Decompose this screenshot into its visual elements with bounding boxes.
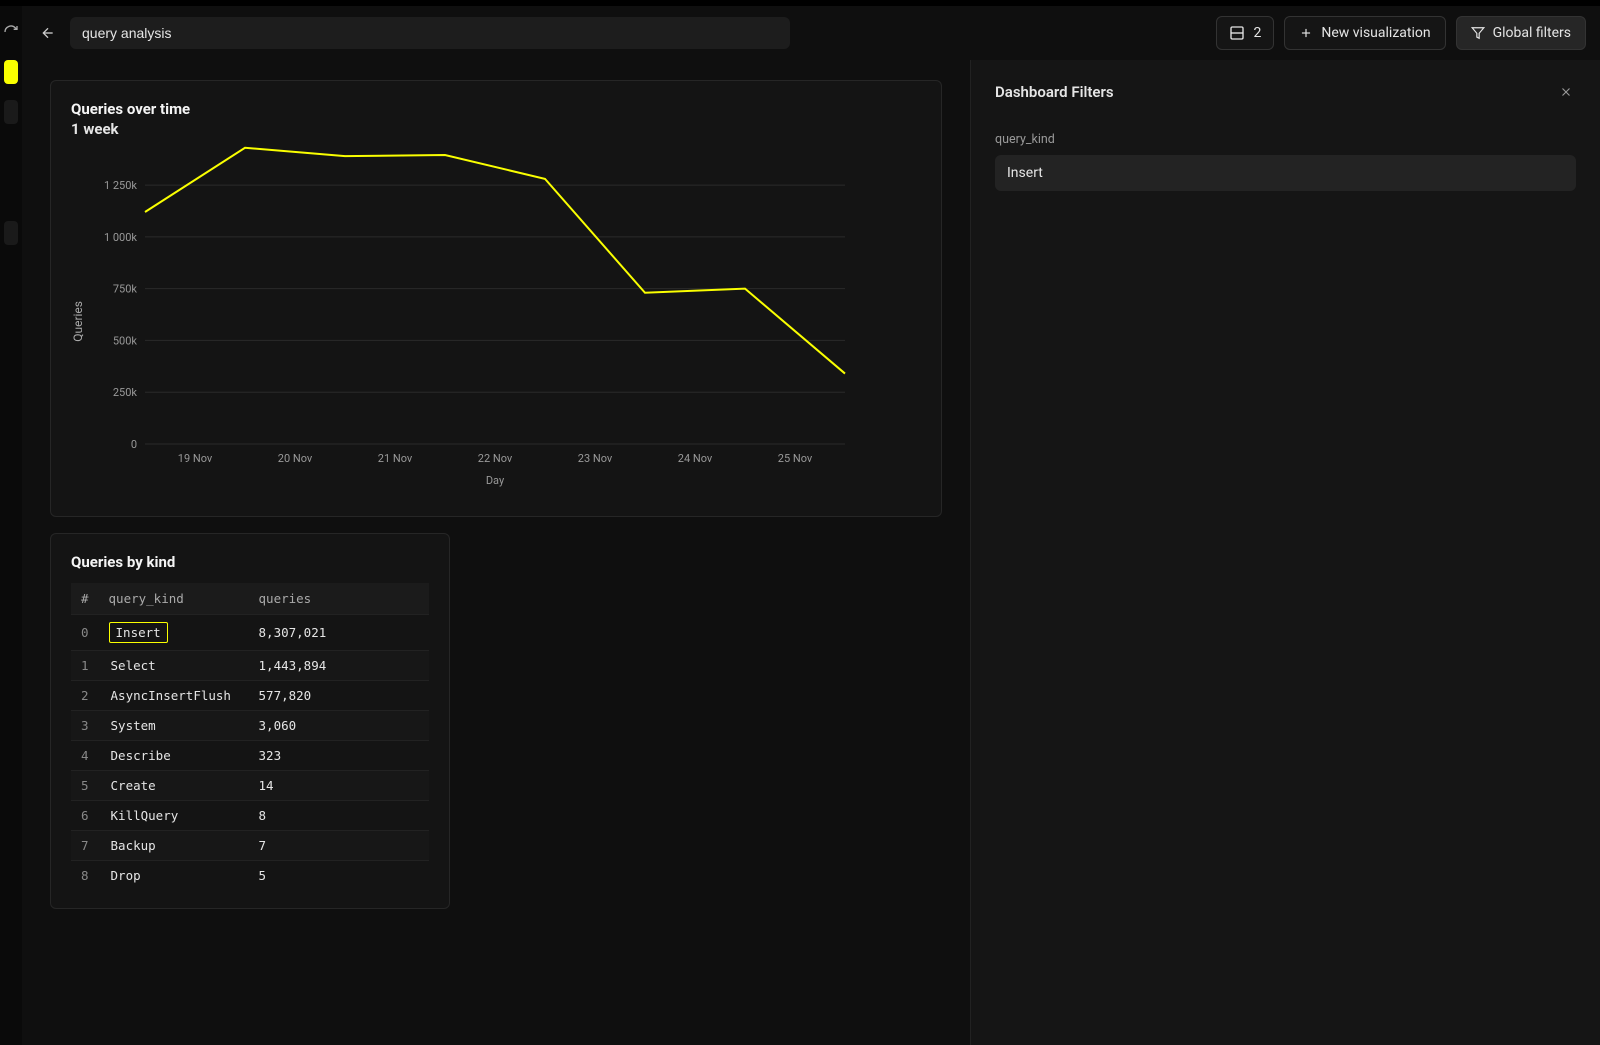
row-index: 5 [71,771,99,801]
svg-text:23 Nov: 23 Nov [578,452,613,465]
svg-text:20 Nov: 20 Nov [278,452,313,465]
queries-cell: 7 [249,831,429,861]
table-title: Queries by kind [71,552,429,573]
svg-text:21 Nov: 21 Nov [378,452,413,465]
row-index: 4 [71,741,99,771]
query-kind-cell[interactable]: KillQuery [109,808,181,823]
query-kind-cell[interactable]: Select [109,658,158,673]
table-row[interactable]: 8 Drop 5 [71,861,429,891]
svg-text:0: 0 [131,438,137,451]
svg-text:Day: Day [486,474,505,487]
left-rail [0,6,22,1045]
close-icon[interactable] [1556,82,1576,102]
panel-count: 2 [1253,25,1261,41]
title-input[interactable] [70,17,790,49]
queries-cell: 5 [249,861,429,891]
table-row[interactable]: 2 AsyncInsertFlush 577,820 [71,681,429,711]
rail-tab[interactable] [4,100,18,124]
header: 2 New visualization Global filters [22,6,1600,60]
query-kind-cell[interactable]: Insert [109,622,168,643]
table-header: query_kind [99,583,249,615]
refresh-icon[interactable] [3,24,19,44]
filter-value-input[interactable]: Insert [995,155,1576,191]
chart-title: Queries over time [71,99,921,120]
queries-cell: 8 [249,801,429,831]
global-filters-label: Global filters [1493,25,1571,41]
queries-cell: 1,443,894 [249,651,429,681]
queries-table: #query_kindqueries 0 Insert 8,307,021 1 Sele… [71,583,429,890]
svg-text:1 250k: 1 250k [104,179,137,192]
svg-text:22 Nov: 22 Nov [478,452,513,465]
table-header: # [71,583,99,615]
svg-text:250k: 250k [113,386,138,399]
table-row[interactable]: 1 Select 1,443,894 [71,651,429,681]
new-viz-label: New visualization [1321,25,1430,41]
rail-tab[interactable] [4,221,18,245]
svg-text:750k: 750k [113,283,138,296]
table-panel: Queries by kind #query_kindqueries 0 Inse… [50,533,450,909]
row-index: 0 [71,615,99,651]
queries-cell: 3,060 [249,711,429,741]
table-header: queries [249,583,429,615]
row-index: 8 [71,861,99,891]
chart-panel: Queries over time 1 week Queries 0 250k 50… [50,80,942,517]
row-index: 7 [71,831,99,861]
row-index: 6 [71,801,99,831]
svg-text:500k: 500k [113,334,138,347]
global-filters-button[interactable]: Global filters [1456,16,1586,50]
svg-text:1 000k: 1 000k [104,231,137,244]
table-row[interactable]: 5 Create 14 [71,771,429,801]
svg-text:24 Nov: 24 Nov [678,452,713,465]
filter-label: query_kind [995,132,1576,147]
row-index: 2 [71,681,99,711]
filters-title: Dashboard Filters [995,83,1114,101]
query-kind-cell[interactable]: Create [109,778,158,793]
query-kind-cell[interactable]: Drop [109,868,143,883]
back-button[interactable] [36,21,60,45]
query-kind-cell[interactable]: System [109,718,158,733]
svg-text:19 Nov: 19 Nov [178,452,213,465]
query-kind-cell[interactable]: Describe [109,748,173,763]
svg-text:25 Nov: 25 Nov [778,452,813,465]
queries-cell: 8,307,021 [249,615,429,651]
table-row[interactable]: 3 System 3,060 [71,711,429,741]
new-visualization-button[interactable]: New visualization [1284,16,1445,50]
line-chart: 0 250k 500k 750k 1 000k 1 250k 19 Nov 20 Nov 21 … [85,144,865,494]
table-row[interactable]: 7 Backup 7 [71,831,429,861]
row-index: 1 [71,651,99,681]
table-row[interactable]: 0 Insert 8,307,021 [71,615,429,651]
rail-tab-active[interactable] [4,60,18,84]
dashboard-filters-panel: Dashboard Filters query_kind Insert [970,60,1600,1045]
table-row[interactable]: 6 KillQuery 8 [71,801,429,831]
queries-cell: 14 [249,771,429,801]
query-kind-cell[interactable]: AsyncInsertFlush [109,688,233,703]
queries-cell: 323 [249,741,429,771]
query-kind-cell[interactable]: Backup [109,838,158,853]
panel-count-button[interactable]: 2 [1216,16,1274,50]
row-index: 3 [71,711,99,741]
queries-cell: 577,820 [249,681,429,711]
chart-subtitle: 1 week [71,120,921,138]
table-row[interactable]: 4 Describe 323 [71,741,429,771]
y-axis-label: Queries [71,301,85,342]
